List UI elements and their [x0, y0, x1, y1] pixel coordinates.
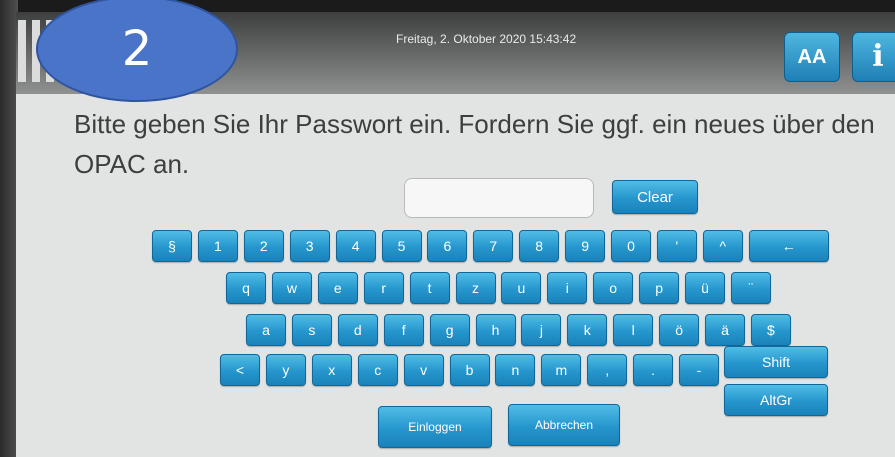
- keyboard-key[interactable]: n: [495, 354, 536, 386]
- keyboard-key[interactable]: 2: [243, 230, 284, 262]
- keyboard-key[interactable]: ö: [659, 314, 700, 346]
- keyboard-key[interactable]: ä: [705, 314, 745, 346]
- keyboard-key[interactable]: z: [455, 272, 496, 304]
- keyboard-key[interactable]: m: [541, 354, 582, 386]
- keyboard-key[interactable]: $: [750, 314, 791, 346]
- keyboard-key[interactable]: 6: [427, 230, 468, 262]
- keyboard-key[interactable]: §: [152, 230, 192, 262]
- info-button[interactable]: i: [852, 32, 895, 82]
- keyboard-key[interactable]: f: [383, 314, 424, 346]
- keyboard-key[interactable]: d: [337, 314, 378, 346]
- keyboard-key[interactable]: x: [311, 354, 352, 386]
- keyboard-key[interactable]: <: [220, 354, 260, 386]
- keyboard-key[interactable]: u: [501, 272, 542, 304]
- keyboard-key[interactable]: p: [639, 272, 680, 304]
- keyboard-key[interactable]: 4: [335, 230, 376, 262]
- keyboard-key[interactable]: ': [656, 230, 697, 262]
- keyboard-key[interactable]: 8: [519, 230, 560, 262]
- keyboard-key[interactable]: a: [246, 314, 286, 346]
- keyboard-key[interactable]: y: [265, 354, 306, 386]
- keyboard-key[interactable]: ^: [702, 230, 743, 262]
- keyboard-key[interactable]: 1: [197, 230, 238, 262]
- password-input[interactable]: [404, 178, 594, 218]
- keyboard-key[interactable]: r: [363, 272, 404, 304]
- keyboard-key[interactable]: ¨: [730, 272, 771, 304]
- keyboard-key[interactable]: g: [429, 314, 470, 346]
- keyboard-key[interactable]: 0: [611, 230, 651, 262]
- keyboard-key[interactable]: c: [357, 354, 398, 386]
- keyboard-key[interactable]: j: [521, 314, 562, 346]
- backspace-key[interactable]: ←: [748, 230, 829, 262]
- keyboard-key[interactable]: s: [291, 314, 332, 346]
- header-datetime: Freitag, 2. Oktober 2020 15:43:42: [396, 32, 577, 46]
- keyboard-key[interactable]: k: [567, 314, 608, 346]
- keyboard-key[interactable]: ü: [685, 272, 725, 304]
- keyboard-key[interactable]: i: [547, 272, 588, 304]
- keyboard-key[interactable]: 9: [565, 230, 606, 262]
- keyboard-key[interactable]: o: [593, 272, 634, 304]
- keyboard-key[interactable]: q: [226, 272, 266, 304]
- instruction-text: Bitte geben Sie Ihr Passwort ein. Forder…: [74, 109, 875, 179]
- keyboard-key[interactable]: h: [475, 314, 516, 346]
- font-size-icon: AA: [797, 46, 827, 68]
- key-shift[interactable]: Shift: [724, 346, 828, 378]
- keyboard-key[interactable]: .: [633, 354, 674, 386]
- keyboard-key[interactable]: 7: [473, 230, 514, 262]
- login-button[interactable]: Einloggen: [378, 406, 492, 448]
- keyboard-key[interactable]: l: [613, 314, 654, 346]
- keyboard-key[interactable]: e: [317, 272, 358, 304]
- keyboard-key[interactable]: ,: [587, 354, 628, 386]
- keyboard-key[interactable]: v: [403, 354, 444, 386]
- info-icon: i: [872, 39, 884, 74]
- step-number-badge: 2: [36, 0, 238, 102]
- font-size-button[interactable]: AA: [784, 32, 840, 82]
- keyboard-key[interactable]: t: [409, 272, 450, 304]
- keyboard-key[interactable]: -: [679, 354, 719, 386]
- cancel-button[interactable]: Abbrechen: [508, 404, 620, 446]
- keyboard-key[interactable]: 3: [289, 230, 330, 262]
- keyboard-key[interactable]: 5: [381, 230, 422, 262]
- keyboard-key[interactable]: w: [271, 272, 312, 304]
- keyboard-key[interactable]: b: [449, 354, 490, 386]
- key-altgr[interactable]: AltGr: [724, 384, 828, 416]
- clear-button[interactable]: Clear: [612, 180, 698, 214]
